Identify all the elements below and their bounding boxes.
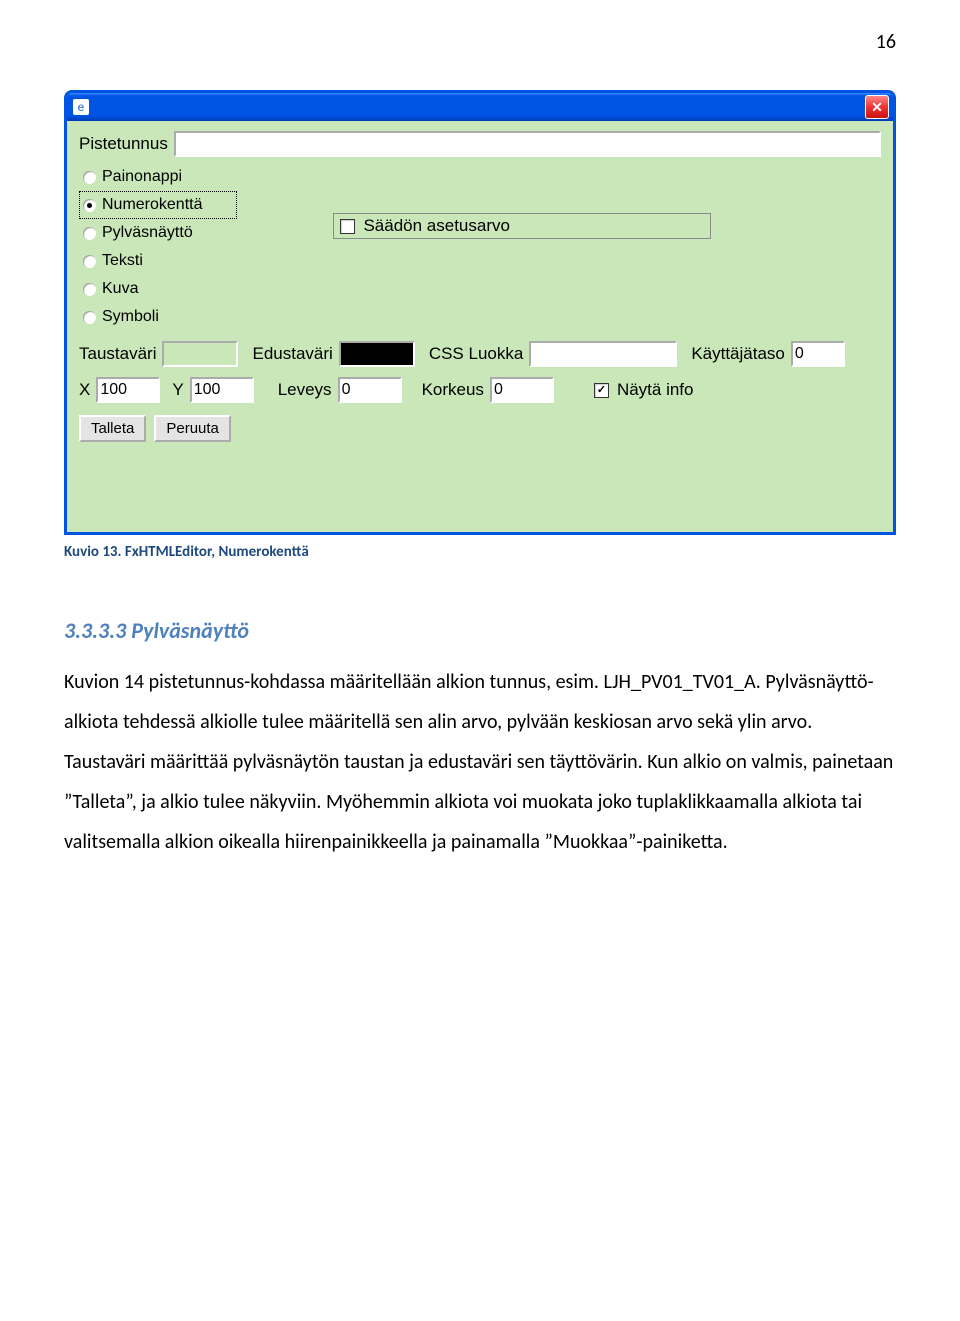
- radio-icon: [83, 199, 96, 212]
- pistetunnus-label: Pistetunnus: [79, 134, 168, 154]
- radio-pylvasnaytto[interactable]: Pylväsnäyttö: [79, 219, 237, 247]
- radio-label: Teksti: [102, 252, 143, 270]
- radio-painonappi[interactable]: Painonappi: [79, 163, 237, 191]
- y-label: Y: [172, 380, 183, 400]
- taustavari-swatch[interactable]: [162, 341, 238, 367]
- close-icon: ✕: [871, 99, 883, 116]
- radio-icon: [83, 255, 96, 268]
- edustavari-swatch[interactable]: [339, 341, 415, 367]
- radio-kuva[interactable]: Kuva: [79, 275, 237, 303]
- saadon-asetusarvo-label: Säädön asetusarvo: [363, 216, 510, 236]
- radio-icon: [83, 311, 96, 324]
- peruuta-button[interactable]: Peruuta: [154, 415, 231, 442]
- radio-label: Pylväsnäyttö: [102, 224, 193, 242]
- radio-label: Symboli: [102, 308, 159, 326]
- css-luokka-input[interactable]: [529, 341, 677, 367]
- korkeus-label: Korkeus: [422, 380, 484, 400]
- saadon-asetusarvo-field[interactable]: Säädön asetusarvo: [333, 213, 711, 239]
- editor-window: e ✕ Pistetunnus Painonappi: [64, 90, 896, 535]
- nayta-info-label: Näytä info: [617, 380, 694, 400]
- talleta-button[interactable]: Talleta: [79, 415, 146, 442]
- radio-teksti[interactable]: Teksti: [79, 247, 237, 275]
- leveys-label: Leveys: [278, 380, 332, 400]
- ie-icon: e: [73, 99, 89, 115]
- x-input[interactable]: [96, 377, 160, 403]
- edustavari-label: Edustaväri: [252, 344, 332, 364]
- type-radio-group: Painonappi Numerokenttä Pylväsnäyttö Tek…: [79, 163, 237, 331]
- radio-symboli[interactable]: Symboli: [79, 303, 237, 331]
- nayta-info-field[interactable]: Näytä info: [594, 380, 694, 400]
- radio-label: Kuva: [102, 280, 138, 298]
- radio-icon: [83, 171, 96, 184]
- radio-label: Painonappi: [102, 168, 182, 186]
- leveys-input[interactable]: [338, 377, 402, 403]
- section-heading: 3.3.3.3 Pylväsnäyttö: [64, 617, 896, 644]
- radio-icon: [83, 227, 96, 240]
- body-paragraph: Kuvion 14 pistetunnus-kohdassa määritell…: [64, 662, 896, 862]
- pistetunnus-input[interactable]: [174, 131, 881, 157]
- css-luokka-label: CSS Luokka: [429, 344, 524, 364]
- checkbox-icon: [340, 219, 355, 234]
- window-titlebar: e ✕: [67, 93, 893, 121]
- y-input[interactable]: [190, 377, 254, 403]
- checkbox-icon: [594, 383, 609, 398]
- kayttajataso-input[interactable]: [791, 341, 845, 367]
- kayttajataso-label: Käyttäjätaso: [691, 344, 785, 364]
- taustavari-label: Taustaväri: [79, 344, 156, 364]
- figure-caption: Kuvio 13. FxHTMLEditor, Numerokenttä: [64, 543, 896, 561]
- page-number: 16: [64, 30, 896, 54]
- radio-numerokentta[interactable]: Numerokenttä: [79, 191, 237, 219]
- radio-label: Numerokenttä: [102, 196, 203, 214]
- radio-icon: [83, 283, 96, 296]
- x-label: X: [79, 380, 90, 400]
- close-button[interactable]: ✕: [865, 95, 889, 119]
- korkeus-input[interactable]: [490, 377, 554, 403]
